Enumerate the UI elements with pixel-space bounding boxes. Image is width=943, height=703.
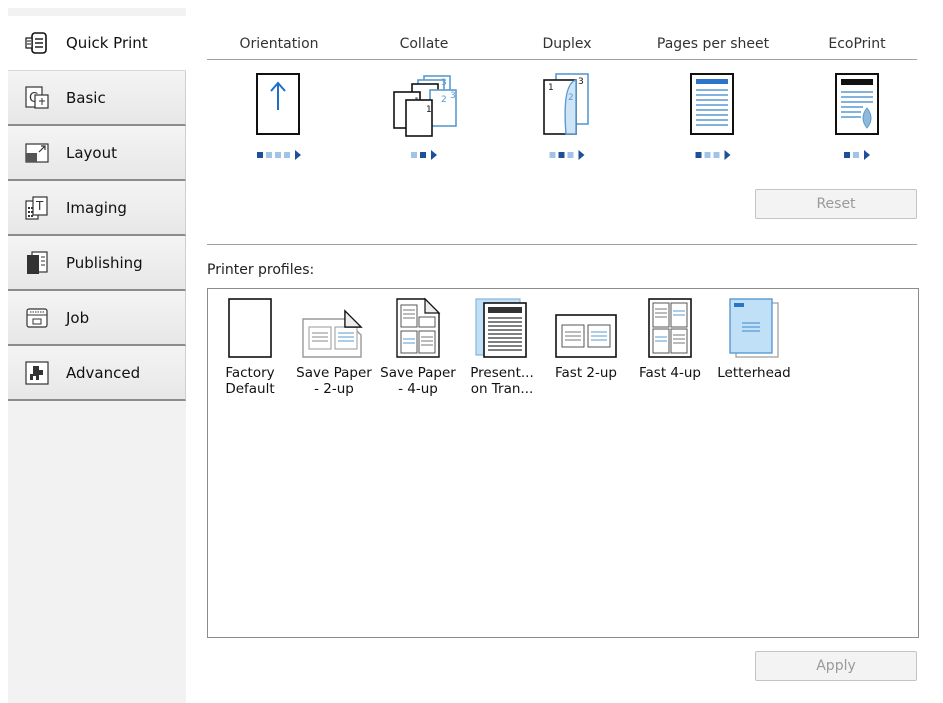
- collate-icon[interactable]: 2 3 2 3 1 1: [386, 70, 462, 138]
- next-arrow-icon[interactable]: [864, 150, 870, 160]
- svg-text:3: 3: [441, 78, 447, 88]
- svg-text:2: 2: [441, 95, 447, 105]
- duplex-icon[interactable]: 3 1 2: [538, 70, 594, 138]
- step-dot: [266, 152, 272, 158]
- imaging-icon: T: [25, 195, 48, 220]
- pages-per-sheet-title: Pages per sheet: [656, 36, 770, 52]
- separator: [207, 244, 917, 245]
- profile-letterhead[interactable]: Letterhead: [712, 297, 796, 381]
- step-dot: [844, 152, 850, 158]
- next-arrow-icon[interactable]: [295, 150, 301, 160]
- profile-presentation-on-transparency[interactable]: Present... on Tran...: [460, 297, 544, 397]
- tab-basic[interactable]: C Basic: [8, 71, 186, 126]
- tab-label: Quick Print: [66, 34, 148, 52]
- profile-save-paper-4up[interactable]: Save Paper - 4-up: [376, 297, 460, 397]
- svg-text:1: 1: [548, 83, 554, 93]
- layout-icon: [25, 142, 49, 163]
- step-dot: [704, 152, 711, 158]
- orientation-steps[interactable]: [257, 150, 301, 160]
- duplex-steps[interactable]: [549, 150, 585, 160]
- fast-2up-icon: [555, 314, 617, 358]
- tab-label: Layout: [66, 143, 117, 162]
- save-paper-2up-icon: [302, 309, 363, 358]
- job-icon: [26, 307, 48, 328]
- tab-label: Job: [66, 308, 90, 327]
- printer-profiles-label: Printer profiles:: [207, 262, 315, 278]
- ecoprint-icon[interactable]: [833, 70, 881, 138]
- pages-per-sheet-icon[interactable]: [688, 70, 736, 138]
- profile-name: Save Paper - 2-up: [296, 365, 372, 397]
- step-dot: [411, 152, 417, 158]
- svg-text:2: 2: [568, 93, 574, 103]
- transparency-icon: [475, 298, 527, 358]
- tab-label: Imaging: [66, 198, 127, 217]
- profile-name: Factory Default: [225, 365, 275, 397]
- profile-save-paper-2up[interactable]: Save Paper - 2-up: [292, 297, 376, 397]
- tab-imaging[interactable]: T Imaging: [8, 181, 186, 236]
- step-dot: [567, 152, 574, 158]
- orientation-title: Orientation: [239, 36, 319, 52]
- profile-name: Save Paper - 4-up: [380, 365, 456, 397]
- step-dot: [713, 152, 720, 158]
- tab-publishing[interactable]: Publishing: [8, 236, 186, 291]
- tab-job[interactable]: Job: [8, 291, 186, 346]
- collate-steps[interactable]: [411, 150, 437, 160]
- save-paper-4up-icon: [396, 297, 441, 358]
- next-arrow-icon[interactable]: [431, 150, 437, 160]
- svg-text:3: 3: [450, 91, 456, 101]
- profile-fast-2up[interactable]: Fast 2-up: [544, 297, 628, 381]
- print-preferences-dialog: Quick Print C Basic Layout T Imaging Pub…: [0, 0, 943, 703]
- pages-per-sheet-steps[interactable]: [695, 150, 731, 160]
- advanced-icon: [25, 360, 49, 385]
- svg-text:T: T: [35, 199, 44, 213]
- next-arrow-icon[interactable]: [724, 150, 731, 160]
- tab-advanced[interactable]: Advanced: [8, 346, 186, 401]
- ecoprint-steps[interactable]: [844, 150, 870, 160]
- tab-layout[interactable]: Layout: [8, 126, 186, 181]
- tab-label: Publishing: [66, 253, 143, 272]
- letterhead-icon: [729, 298, 779, 358]
- step-dot: [549, 152, 556, 158]
- printer-profiles-list[interactable]: Factory Default Save Paper - 2-up Save P…: [207, 288, 919, 638]
- step-dot: [257, 152, 263, 158]
- svg-text:1: 1: [426, 105, 432, 115]
- step-dot: [284, 152, 290, 158]
- step-dot: [420, 152, 426, 158]
- profile-fast-4up[interactable]: Fast 4-up: [628, 297, 712, 381]
- apply-button[interactable]: Apply: [755, 651, 917, 681]
- tab-label: Advanced: [66, 363, 141, 382]
- ecoprint-title: EcoPrint: [828, 36, 886, 52]
- profile-factory-default[interactable]: Factory Default: [208, 297, 292, 397]
- step-dot: [695, 152, 702, 158]
- duplex-title: Duplex: [542, 36, 592, 52]
- profile-name: Fast 2-up: [554, 365, 617, 381]
- fast-4up-icon: [648, 298, 692, 358]
- orientation-portrait-icon[interactable]: [254, 70, 302, 138]
- reset-button[interactable]: Reset: [755, 189, 917, 219]
- basic-icon: C: [25, 85, 49, 109]
- next-arrow-icon[interactable]: [578, 150, 585, 160]
- collate-title: Collate: [399, 36, 449, 52]
- profile-name: Fast 4-up: [638, 365, 701, 381]
- step-dot: [275, 152, 281, 158]
- step-dot: [558, 152, 565, 158]
- profile-name: Present... on Tran...: [470, 365, 534, 397]
- tab-quick-print[interactable]: Quick Print: [8, 16, 188, 71]
- svg-text:3: 3: [578, 77, 584, 87]
- blank-page-icon: [228, 298, 272, 358]
- quick-print-icon: [25, 32, 47, 54]
- step-dot: [853, 152, 859, 158]
- tab-label: Basic: [66, 88, 106, 107]
- publishing-icon: [27, 250, 48, 274]
- profile-name: Letterhead: [717, 365, 791, 381]
